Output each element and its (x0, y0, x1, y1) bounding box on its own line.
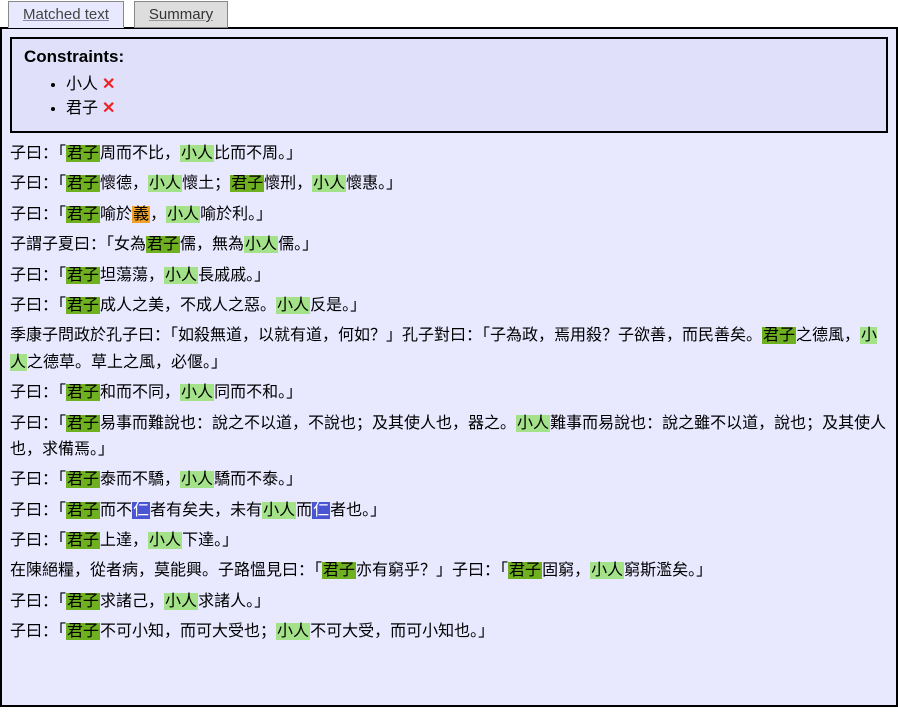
constraint-item: 君子✕ (66, 97, 874, 121)
tab-bar: Matched text Summary (0, 0, 898, 27)
constraint-term: 君子 (66, 100, 98, 117)
highlight-xiaoren[interactable]: 小人 (516, 415, 550, 432)
result-line: 季康子問政於孔子曰：「如殺無道，以就有道，何如？」孔子對曰：「子為政，焉用殺？子… (10, 323, 888, 376)
highlight-junzi[interactable]: 君子 (66, 502, 100, 519)
highlight-xiaoren[interactable]: 小人 (164, 593, 198, 610)
result-line: 子曰：「君子而不仁者有矣夫，未有小人而仁者也。」 (10, 498, 888, 524)
result-line: 子曰：「君子上達，小人下達。」 (10, 528, 888, 554)
remove-constraint-icon[interactable]: ✕ (102, 76, 115, 93)
constraint-item: 小人✕ (66, 73, 874, 97)
highlight-junzi[interactable]: 君子 (66, 145, 100, 162)
highlight-junzi[interactable]: 君子 (146, 236, 180, 253)
highlight-ren[interactable]: 仁 (132, 502, 150, 519)
highlight-xiaoren[interactable]: 小人 (244, 236, 278, 253)
results-container: 子曰：「君子周而不比，小人比而不周。」子曰：「君子懷德，小人懷土；君子懷刑，小人… (10, 141, 888, 646)
result-line: 子曰：「君子求諸己，小人求諸人。」 (10, 589, 888, 615)
highlight-xiaoren[interactable]: 小人 (166, 206, 200, 223)
result-line: 子曰：「君子喻於義，小人喻於利。」 (10, 202, 888, 228)
highlight-junzi[interactable]: 君子 (66, 623, 100, 640)
result-line: 子曰：「君子成人之美，不成人之惡。小人反是。」 (10, 293, 888, 319)
highlight-junzi[interactable]: 君子 (66, 297, 100, 314)
highlight-xiaoren[interactable]: 小人 (590, 562, 624, 579)
remove-constraint-icon[interactable]: ✕ (102, 100, 115, 117)
highlight-xiaoren[interactable]: 小人 (148, 532, 182, 549)
result-line: 子曰：「君子周而不比，小人比而不周。」 (10, 141, 888, 167)
highlight-xiaoren[interactable]: 小人 (164, 267, 198, 284)
result-line: 子曰：「君子懷德，小人懷土；君子懷刑，小人懷惠。」 (10, 171, 888, 197)
highlight-xiaoren[interactable]: 小人 (262, 502, 296, 519)
highlight-xiaoren[interactable]: 小人 (276, 297, 310, 314)
highlight-junzi[interactable]: 君子 (230, 175, 264, 192)
highlight-xiaoren[interactable]: 小人 (312, 175, 346, 192)
highlight-junzi[interactable]: 君子 (66, 206, 100, 223)
highlight-xiaoren[interactable]: 小人 (180, 384, 214, 401)
highlight-junzi[interactable]: 君子 (66, 175, 100, 192)
highlight-xiaoren[interactable]: 小人 (148, 175, 182, 192)
highlight-junzi[interactable]: 君子 (508, 562, 542, 579)
result-line: 子謂子夏曰：「女為君子儒，無為小人儒。」 (10, 232, 888, 258)
tab-matched-text[interactable]: Matched text (8, 1, 124, 28)
constraints-box: Constraints: 小人✕君子✕ (10, 37, 888, 133)
highlight-junzi[interactable]: 君子 (762, 327, 796, 344)
tab-summary[interactable]: Summary (134, 1, 228, 28)
highlight-junzi[interactable]: 君子 (66, 471, 100, 488)
constraint-term: 小人 (66, 76, 98, 93)
result-line: 子曰：「君子不可小知，而可大受也；小人不可大受，而可小知也。」 (10, 619, 888, 645)
result-line: 子曰：「君子坦蕩蕩，小人長戚戚。」 (10, 263, 888, 289)
highlight-junzi[interactable]: 君子 (66, 415, 100, 432)
result-line: 在陳絕糧，從者病，莫能興。子路慍見曰：「君子亦有窮乎？」子曰：「君子固窮，小人窮… (10, 558, 888, 584)
result-line: 子曰：「君子和而不同，小人同而不和。」 (10, 380, 888, 406)
highlight-xiaoren[interactable]: 小人 (180, 471, 214, 488)
highlight-xiaoren[interactable]: 小人 (276, 623, 310, 640)
highlight-junzi[interactable]: 君子 (322, 562, 356, 579)
highlight-junzi[interactable]: 君子 (66, 267, 100, 284)
highlight-xiaoren[interactable]: 小人 (180, 145, 214, 162)
constraints-title: Constraints: (24, 47, 874, 67)
highlight-junzi[interactable]: 君子 (66, 532, 100, 549)
highlight-junzi[interactable]: 君子 (66, 384, 100, 401)
highlight-yi[interactable]: 義 (132, 206, 150, 223)
highlight-xiaoren[interactable]: 小人 (10, 327, 877, 370)
highlight-junzi[interactable]: 君子 (66, 593, 100, 610)
constraints-list: 小人✕君子✕ (24, 73, 874, 121)
content-panel: Constraints: 小人✕君子✕ 子曰：「君子周而不比，小人比而不周。」子… (0, 27, 898, 707)
result-line: 子曰：「君子易事而難說也：說之不以道，不說也；及其使人也，器之。小人難事而易說也… (10, 411, 888, 464)
highlight-ren[interactable]: 仁 (312, 502, 330, 519)
result-line: 子曰：「君子泰而不驕，小人驕而不泰。」 (10, 467, 888, 493)
